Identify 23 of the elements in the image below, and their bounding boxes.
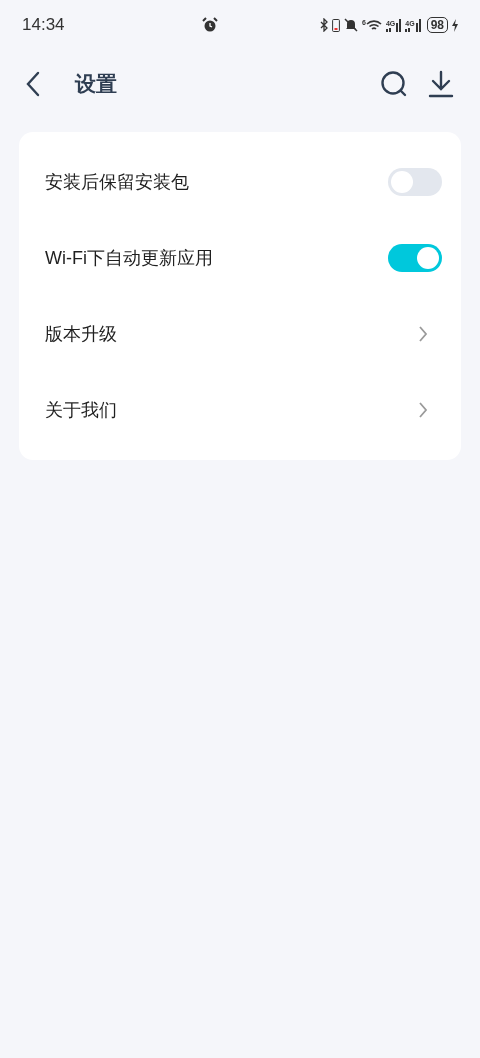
settings-row[interactable]: Wi-Fi下自动更新应用 — [19, 220, 461, 296]
wifi-icon — [365, 18, 382, 32]
setting-label: 安装后保留安装包 — [45, 170, 189, 194]
status-time: 14:34 — [22, 14, 66, 37]
chevron-right-icon — [418, 325, 428, 343]
bluetooth-icon — [320, 18, 329, 32]
chevron-right-icon — [418, 401, 428, 419]
alarm-clock-icon — [202, 17, 218, 33]
settings-row[interactable]: 关于我们 — [19, 372, 461, 448]
settings-row[interactable]: 安装后保留安装包 — [19, 144, 461, 220]
muted-bell-icon — [344, 18, 359, 32]
setting-label: Wi-Fi下自动更新应用 — [45, 246, 213, 270]
charging-icon — [452, 18, 458, 32]
page-title: 设置 — [75, 71, 117, 98]
setting-label: 版本升级 — [45, 322, 117, 346]
toggle-switch[interactable] — [388, 168, 442, 196]
settings-row[interactable]: 版本升级 — [19, 296, 461, 372]
phone-battery-icon — [332, 18, 341, 32]
download-button[interactable] — [428, 70, 454, 98]
toggle-switch[interactable] — [388, 244, 442, 272]
setting-label: 关于我们 — [45, 398, 117, 422]
battery-level: 98 — [426, 17, 448, 33]
search-button[interactable] — [380, 70, 408, 98]
